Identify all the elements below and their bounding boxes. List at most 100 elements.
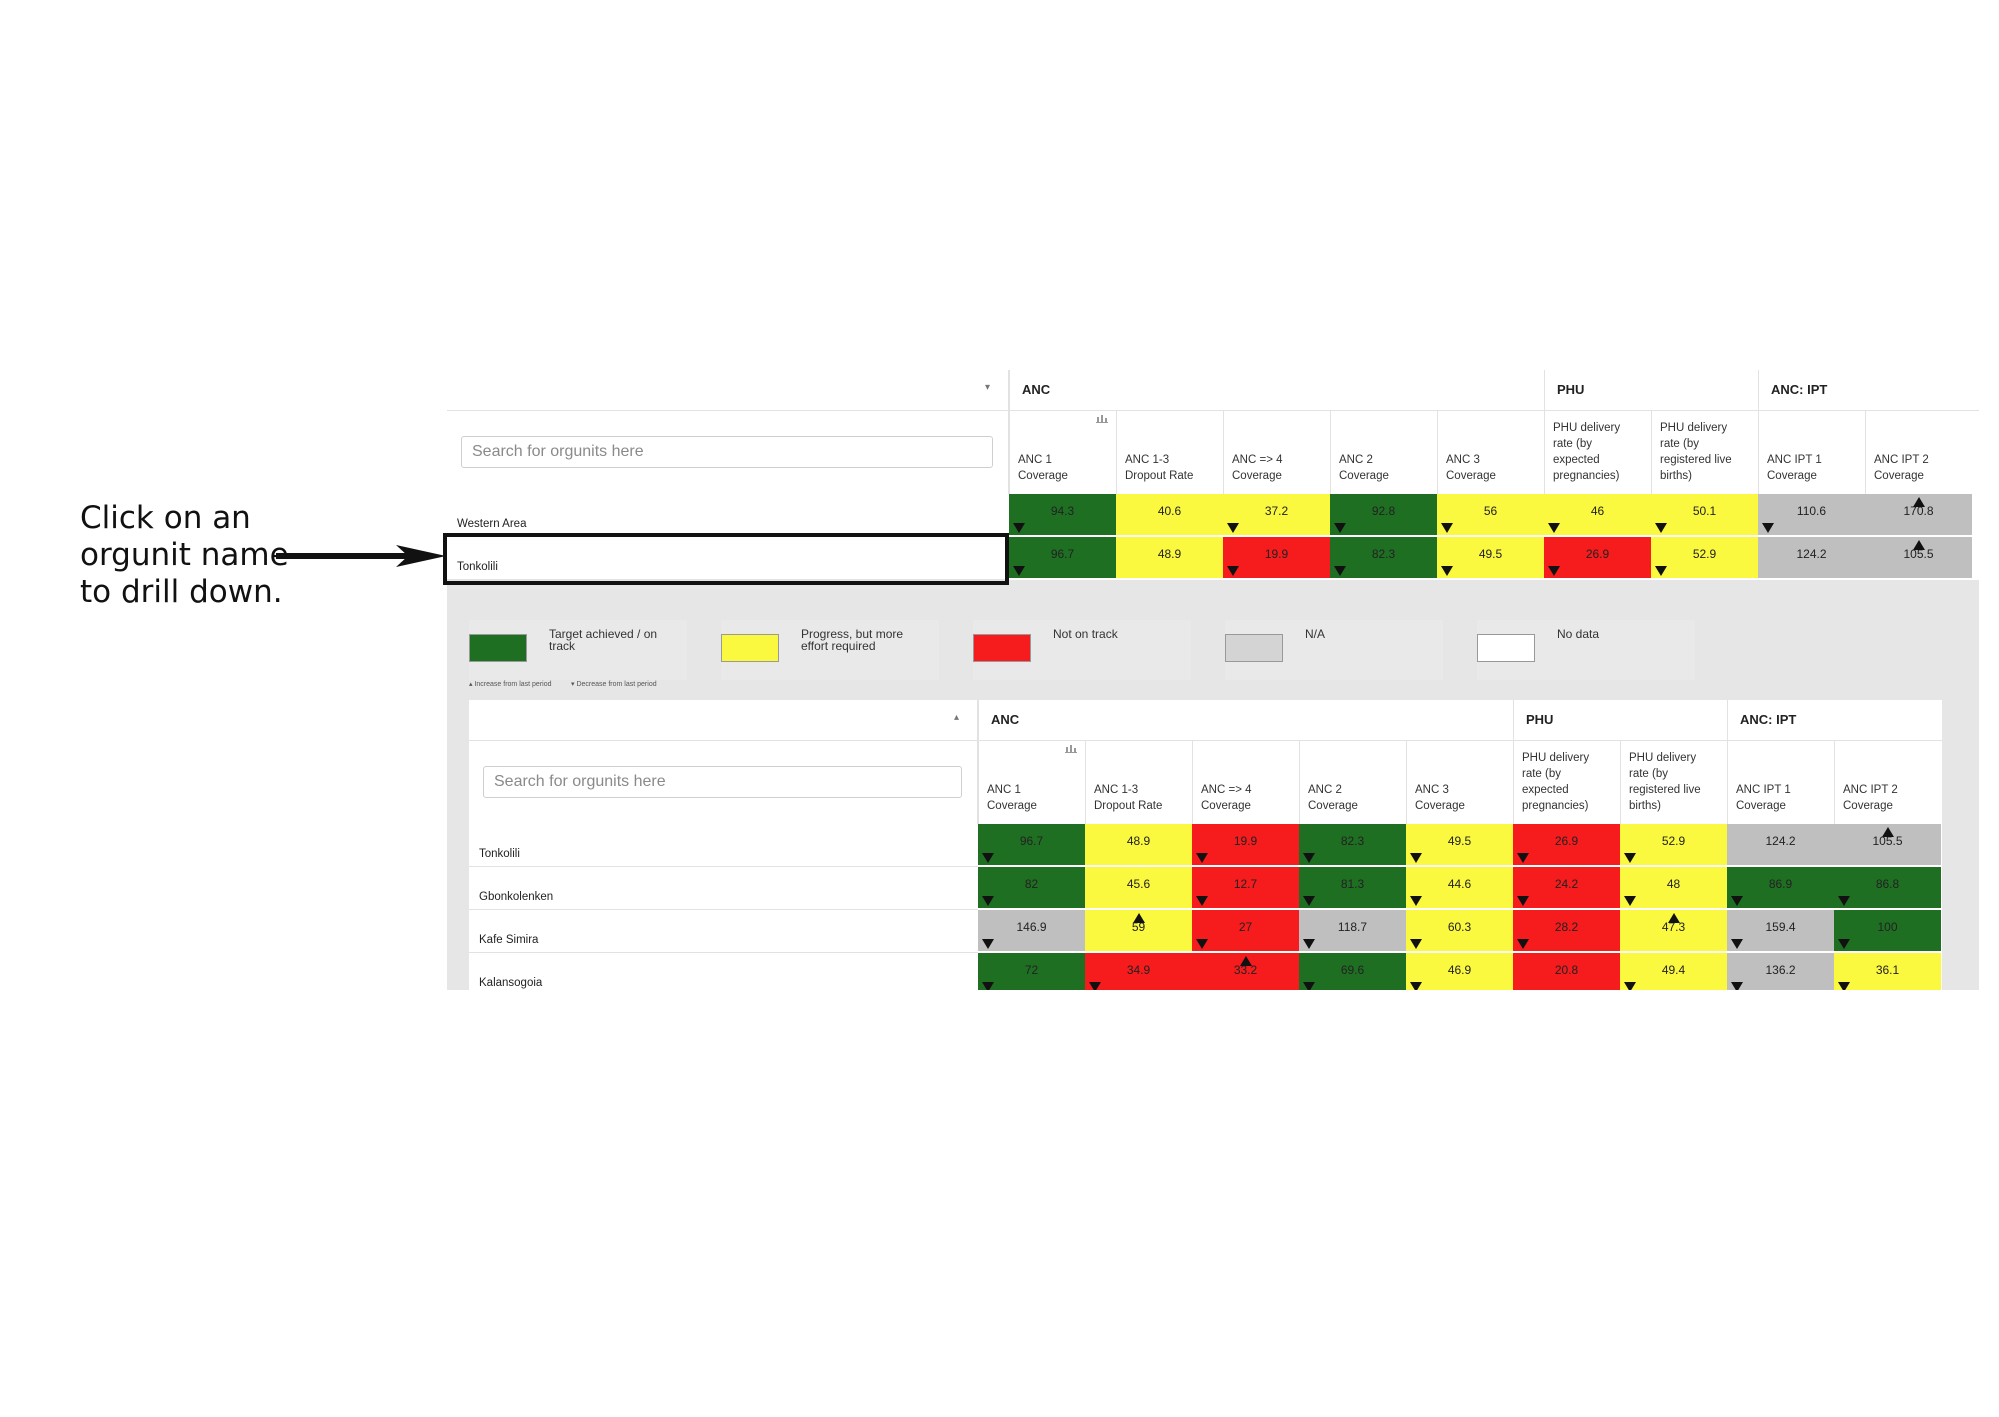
score-cell[interactable]: 33.2 <box>1192 953 1299 990</box>
decrease-arrow-icon <box>1548 523 1560 533</box>
score-cell[interactable]: 52.9 <box>1651 537 1758 578</box>
score-cell[interactable]: 19.9 <box>1192 824 1299 865</box>
bar-chart-icon[interactable] <box>1096 412 1108 428</box>
score-cell[interactable]: 12.7 <box>1192 867 1299 908</box>
score-cell[interactable]: 40.6 <box>1116 494 1223 535</box>
column-header[interactable]: ANC 1 Coverage <box>978 740 1085 824</box>
score-cell[interactable]: 146.9 <box>978 910 1085 951</box>
score-cell[interactable]: 26.9 <box>1513 824 1620 865</box>
legend-item: Not on track <box>973 620 1191 680</box>
score-cell[interactable]: 124.2 <box>1758 537 1865 578</box>
orgunit-search-input[interactable]: Search for orgunits here <box>461 436 993 468</box>
column-header[interactable]: ANC 1-3 Dropout Rate <box>1085 740 1192 824</box>
score-cell[interactable]: 49.5 <box>1437 537 1544 578</box>
score-cell[interactable]: 50.1 <box>1651 494 1758 535</box>
score-cell[interactable]: 96.7 <box>1009 537 1116 578</box>
score-cell[interactable]: 48.9 <box>1116 537 1223 578</box>
score-cell[interactable]: 118.7 <box>1299 910 1406 951</box>
score-cell[interactable]: 59 <box>1085 910 1192 951</box>
score-cell[interactable]: 36.1 <box>1834 953 1941 990</box>
column-header[interactable]: ANC IPT 1 Coverage <box>1727 740 1834 824</box>
decrease-arrow-icon <box>1838 939 1850 949</box>
score-cell[interactable]: 26.9 <box>1544 537 1651 578</box>
column-header[interactable]: ANC IPT 1 Coverage <box>1758 410 1865 494</box>
score-cell[interactable]: 86.9 <box>1727 867 1834 908</box>
score-cell[interactable]: 81.3 <box>1299 867 1406 908</box>
score-cell[interactable]: 100 <box>1834 910 1941 951</box>
column-header[interactable]: ANC IPT 2 Coverage <box>1865 410 1972 494</box>
column-header[interactable]: ANC => 4 Coverage <box>1223 410 1330 494</box>
column-header-line: ANC 2 <box>1339 454 1373 466</box>
score-cell[interactable]: 37.2 <box>1223 494 1330 535</box>
orgunit-name-kalansogoia[interactable]: Kalansogoia <box>469 953 978 990</box>
score-cell[interactable]: 60.3 <box>1406 910 1513 951</box>
score-cell[interactable]: 92.8 <box>1330 494 1437 535</box>
score-cell[interactable]: 24.2 <box>1513 867 1620 908</box>
column-header[interactable]: ANC 1 Coverage <box>1009 410 1116 494</box>
score-cell[interactable]: 94.3 <box>1009 494 1116 535</box>
score-cell[interactable]: 49.4 <box>1620 953 1727 990</box>
score-value: 146.9 <box>1016 920 1047 934</box>
column-header[interactable]: ANC => 4 Coverage <box>1192 740 1299 824</box>
score-cell[interactable]: 46.9 <box>1406 953 1513 990</box>
orgunit-name-tonkolili[interactable]: Tonkolili <box>469 824 978 867</box>
column-header-line: rate (by <box>1629 768 1668 780</box>
orgunit-search-input[interactable]: Search for orgunits here <box>483 766 962 798</box>
score-value: 48.9 <box>1126 834 1151 848</box>
score-cell[interactable]: 110.6 <box>1758 494 1865 535</box>
column-header-line: ANC 2 <box>1308 784 1342 796</box>
sort-icon[interactable]: ▾ <box>985 382 990 393</box>
score-cell[interactable]: 124.2 <box>1727 824 1834 865</box>
score-cell[interactable]: 105.5 <box>1865 537 1972 578</box>
score-cell[interactable]: 19.9 <box>1223 537 1330 578</box>
orgunit-name-western-area[interactable]: Western Area <box>447 494 1009 537</box>
orgunit-name-gbonkolenken[interactable]: Gbonkolenken <box>469 867 978 910</box>
score-cell[interactable]: 159.4 <box>1727 910 1834 951</box>
score-cell[interactable]: 82.3 <box>1330 537 1437 578</box>
score-value: 28.2 <box>1554 920 1579 934</box>
score-cell[interactable]: 82.3 <box>1299 824 1406 865</box>
score-cell[interactable]: 69.6 <box>1299 953 1406 990</box>
score-cell[interactable]: 136.2 <box>1727 953 1834 990</box>
score-cell[interactable]: 28.2 <box>1513 910 1620 951</box>
score-cell[interactable]: 34.9 <box>1085 953 1192 990</box>
score-cell[interactable]: 49.5 <box>1406 824 1513 865</box>
legend-swatch <box>721 634 779 662</box>
score-cell[interactable]: 48.9 <box>1085 824 1192 865</box>
column-header[interactable]: PHU delivery rate (by expected pregnancies) <box>1513 740 1620 824</box>
column-header-line: Coverage <box>1232 470 1282 482</box>
bar-chart-icon[interactable] <box>1065 742 1077 758</box>
orgunit-name-kafe-simira[interactable]: Kafe Simira <box>469 910 978 953</box>
column-header[interactable]: PHU delivery rate (by registered live birth… <box>1620 740 1727 824</box>
score-cell[interactable]: 72 <box>978 953 1085 990</box>
score-cell[interactable]: 44.6 <box>1406 867 1513 908</box>
decrease-arrow-icon <box>1196 853 1208 863</box>
score-cell[interactable]: 170.8 <box>1865 494 1972 535</box>
column-header[interactable]: ANC IPT 2 Coverage <box>1834 740 1941 824</box>
score-cell[interactable]: 96.7 <box>978 824 1085 865</box>
score-cell[interactable]: 48 <box>1620 867 1727 908</box>
increase-arrow-icon <box>1912 540 1925 550</box>
score-cell[interactable]: 52.9 <box>1620 824 1727 865</box>
column-header[interactable]: ANC 2 Coverage <box>1299 740 1406 824</box>
score-cell[interactable]: 27 <box>1192 910 1299 951</box>
score-cell[interactable]: 82 <box>978 867 1085 908</box>
score-cell[interactable]: 105.5 <box>1834 824 1941 865</box>
increase-arrow-icon <box>1132 913 1145 923</box>
column-header[interactable]: PHU delivery rate (by registered live birth… <box>1651 410 1758 494</box>
score-value: 49.5 <box>1447 834 1472 848</box>
score-cell[interactable]: 47.3 <box>1620 910 1727 951</box>
score-cell[interactable]: 45.6 <box>1085 867 1192 908</box>
score-cell[interactable]: 46 <box>1544 494 1651 535</box>
column-header[interactable]: ANC 2 Coverage <box>1330 410 1437 494</box>
score-cell[interactable]: 20.8 <box>1513 953 1620 990</box>
column-header[interactable]: ANC 3 Coverage <box>1406 740 1513 824</box>
column-header-line: ANC IPT 2 <box>1874 454 1929 466</box>
score-cell[interactable]: 86.8 <box>1834 867 1941 908</box>
score-cell[interactable]: 56 <box>1437 494 1544 535</box>
sort-icon[interactable]: ▴ <box>954 712 959 723</box>
column-header[interactable]: ANC 3 Coverage <box>1437 410 1544 494</box>
orgunit-highlight-box <box>443 533 1009 585</box>
column-header[interactable]: PHU delivery rate (by expected pregnancies) <box>1544 410 1651 494</box>
column-header[interactable]: ANC 1-3 Dropout Rate <box>1116 410 1223 494</box>
